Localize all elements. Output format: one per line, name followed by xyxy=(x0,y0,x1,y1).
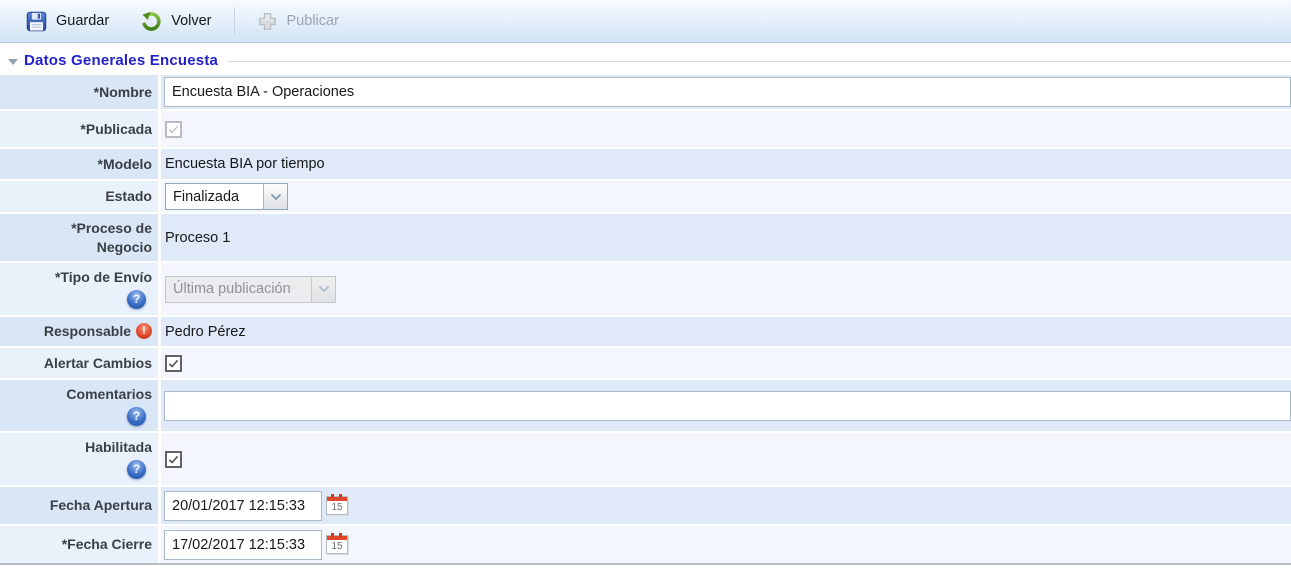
nombre-label: *Nombre xyxy=(94,83,152,102)
back-button-label: Volver xyxy=(171,13,211,29)
calendar-icon[interactable]: 15 xyxy=(326,535,348,554)
error-icon: ! xyxy=(136,323,152,339)
comentarios-label: Comentarios xyxy=(66,385,152,404)
row-comentarios: Comentarios ? xyxy=(0,380,1291,431)
publicada-label: *Publicada xyxy=(80,120,152,139)
estado-select[interactable]: Finalizada xyxy=(165,183,288,210)
collapse-triangle-icon[interactable] xyxy=(8,59,18,65)
fecha-apertura-label: Fecha Apertura xyxy=(50,496,152,515)
row-modelo: *Modelo Encuesta BIA por tiempo xyxy=(0,149,1291,179)
row-alertar-cambios: Alertar Cambios xyxy=(0,348,1291,378)
alertar-cambios-checkbox[interactable] xyxy=(165,355,182,372)
save-button[interactable]: Guardar xyxy=(10,4,125,38)
form: *Nombre *Publicada *Modelo Encuesta BIA … xyxy=(0,75,1291,565)
chevron-down-icon[interactable] xyxy=(263,184,287,209)
proceso-negocio-value: Proceso 1 xyxy=(165,230,230,246)
section-title: Datos Generales Encuesta xyxy=(24,52,218,69)
proceso-negocio-label: *Proceso de Negocio xyxy=(28,219,152,257)
toolbar-separator xyxy=(234,7,235,35)
row-estado: Estado Finalizada xyxy=(0,181,1291,212)
help-icon[interactable]: ? xyxy=(127,407,146,426)
section-divider xyxy=(228,61,1291,62)
publish-button-label: Publicar xyxy=(287,13,339,29)
save-icon xyxy=(26,11,47,32)
tipo-envio-label: *Tipo de Envío xyxy=(55,268,152,287)
back-button[interactable]: Volver xyxy=(125,4,227,38)
row-fecha-cierre: *Fecha Cierre 15 xyxy=(0,526,1291,563)
fecha-cierre-label: *Fecha Cierre xyxy=(62,535,152,554)
save-button-label: Guardar xyxy=(56,13,109,29)
publish-plus-icon xyxy=(257,11,278,32)
fecha-apertura-input[interactable] xyxy=(164,491,322,521)
tipo-envio-select-value: Última publicación xyxy=(166,277,311,302)
modelo-value: Encuesta BIA por tiempo xyxy=(165,156,325,172)
section-header: Datos Generales Encuesta xyxy=(0,43,1291,73)
row-habilitada: Habilitada ? xyxy=(0,433,1291,485)
tipo-envio-select: Última publicación xyxy=(165,276,336,303)
row-publicada: *Publicada xyxy=(0,111,1291,147)
row-fecha-apertura: Fecha Apertura 15 xyxy=(0,487,1291,524)
row-proceso-negocio: *Proceso de Negocio Proceso 1 xyxy=(0,214,1291,261)
chevron-down-icon xyxy=(311,277,335,302)
fecha-cierre-input[interactable] xyxy=(164,530,322,560)
publish-button: Publicar xyxy=(241,4,355,38)
help-icon[interactable]: ? xyxy=(127,290,146,309)
responsable-value: Pedro Pérez xyxy=(165,324,246,340)
row-tipo-envio: *Tipo de Envío ? Última publicación xyxy=(0,263,1291,315)
modelo-label: *Modelo xyxy=(98,155,152,174)
row-nombre: *Nombre xyxy=(0,75,1291,109)
habilitada-label: Habilitada xyxy=(85,438,152,457)
row-responsable: Responsable ! Pedro Pérez xyxy=(0,317,1291,346)
calendar-icon[interactable]: 15 xyxy=(326,496,348,515)
habilitada-checkbox[interactable] xyxy=(165,451,182,468)
nombre-input[interactable] xyxy=(164,77,1291,107)
toolbar: Guardar Volver Publicar xyxy=(0,0,1291,43)
estado-select-value: Finalizada xyxy=(166,184,263,209)
alertar-cambios-label: Alertar Cambios xyxy=(44,354,152,373)
help-icon[interactable]: ? xyxy=(127,460,146,479)
comentarios-input[interactable] xyxy=(164,391,1291,421)
estado-label: Estado xyxy=(105,187,152,206)
responsable-label: Responsable xyxy=(44,322,131,341)
publicada-checkbox xyxy=(165,121,182,138)
back-icon xyxy=(141,11,162,32)
